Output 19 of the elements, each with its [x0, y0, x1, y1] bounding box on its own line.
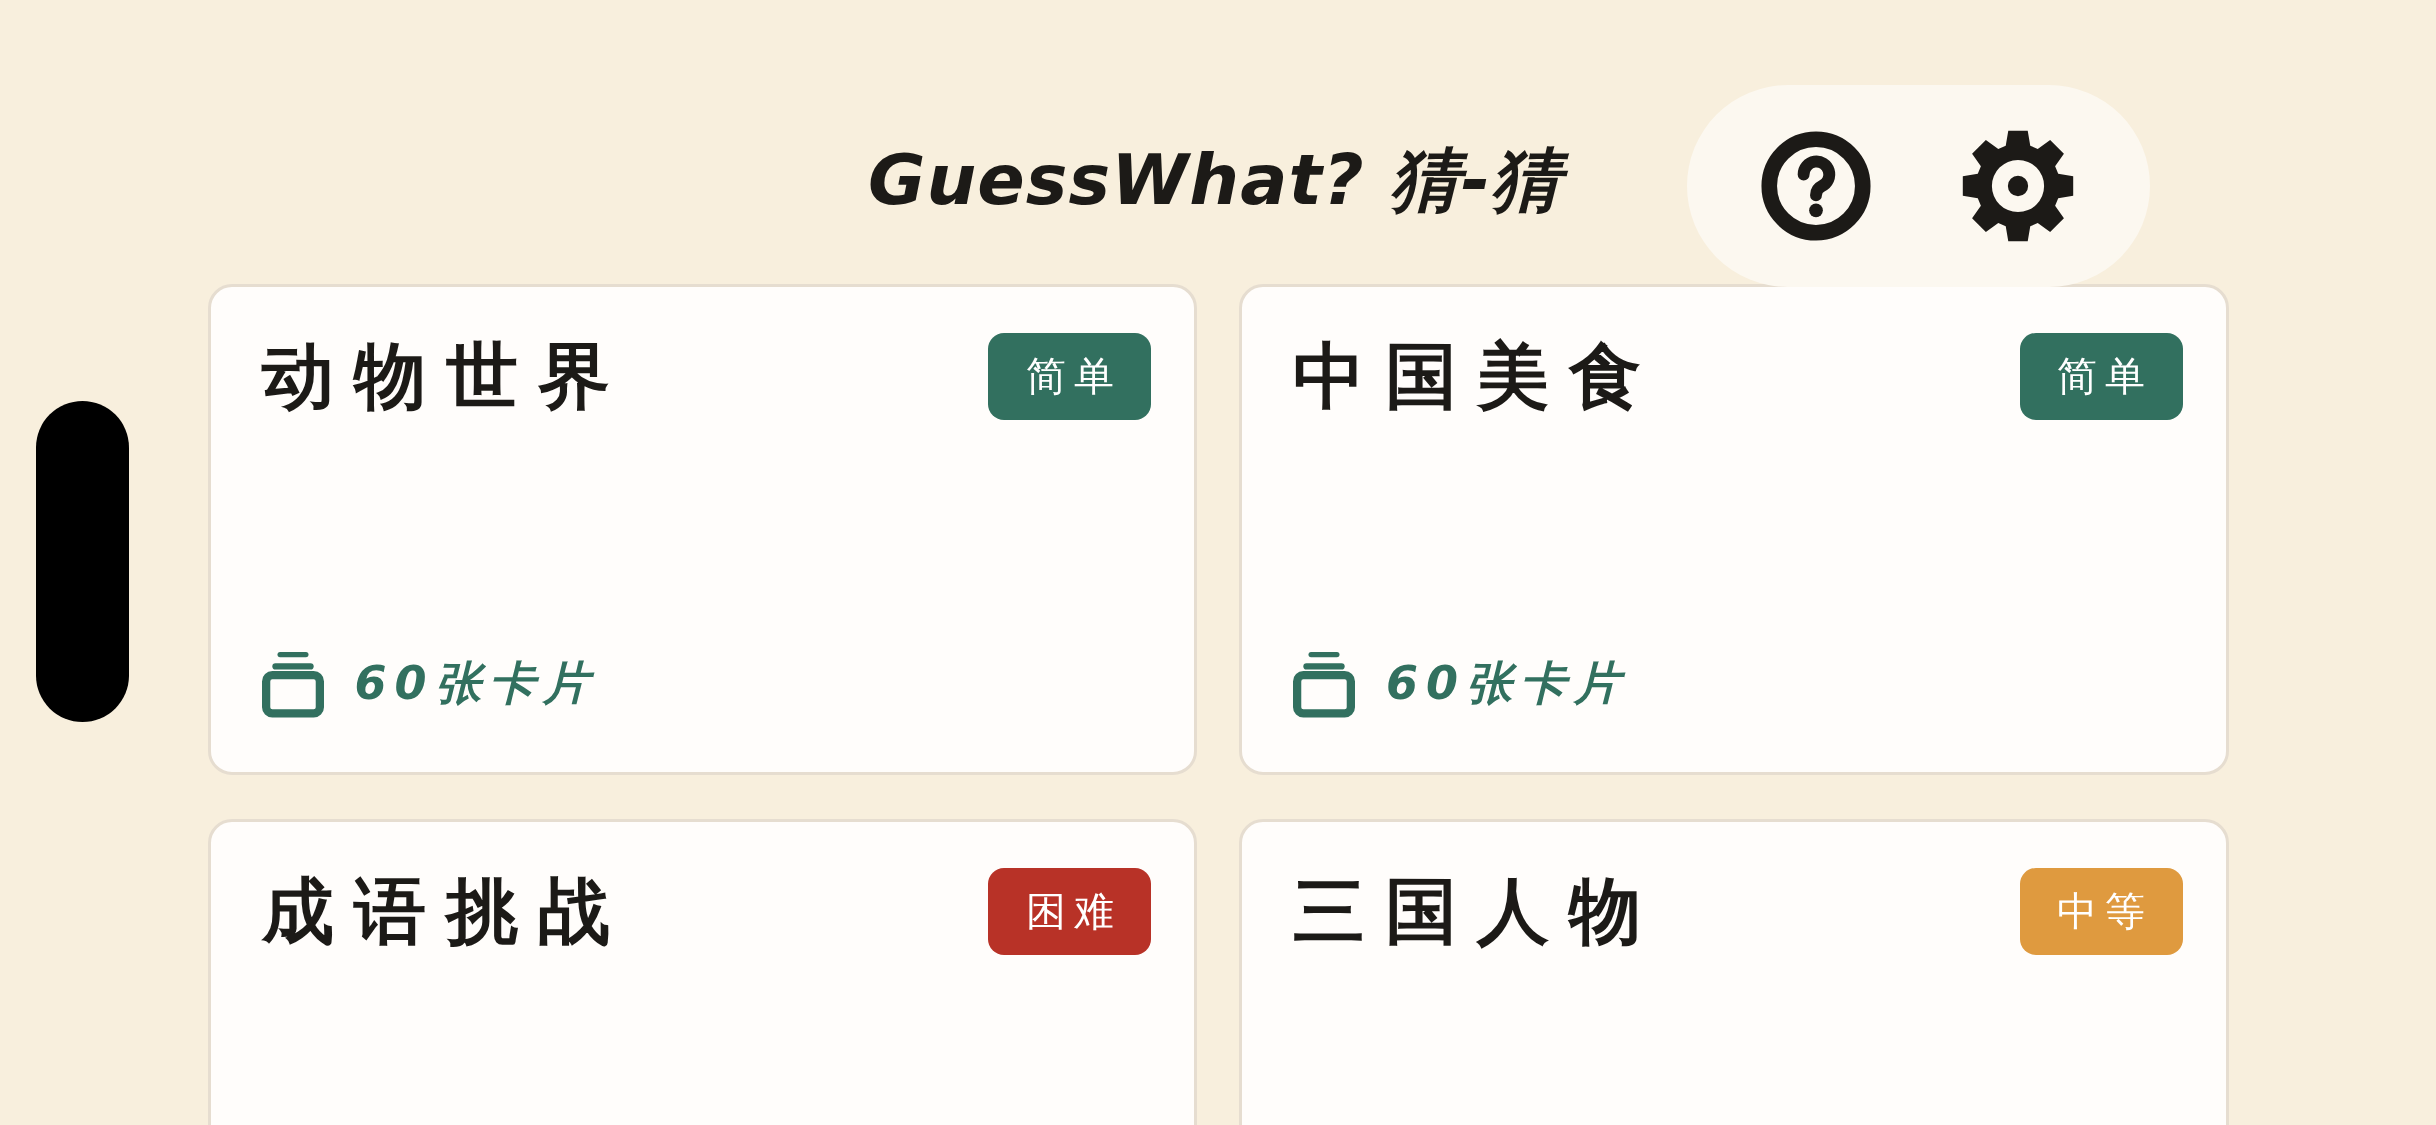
category-card[interactable]: 中国美食 简单 60张卡片 [1239, 284, 2229, 775]
help-button[interactable] [1760, 131, 1871, 241]
card-stack-icon [261, 650, 324, 718]
difficulty-badge: 简单 [988, 332, 1151, 420]
category-card[interactable]: 动物世界 简单 60张卡片 [207, 284, 1197, 775]
card-title: 动物世界 [261, 333, 630, 420]
card-title: 中国美食 [1293, 333, 1661, 420]
difficulty-badge: 中等 [2019, 867, 2183, 955]
card-count: 60张卡片 [354, 655, 598, 712]
category-card[interactable]: 成语挑战 困难 [207, 819, 1197, 1125]
category-card[interactable]: 三国人物 中等 [1239, 819, 2229, 1125]
card-title: 三国人物 [1293, 868, 1661, 955]
card-count: 60张卡片 [1386, 655, 1629, 712]
help-icon [1760, 131, 1871, 241]
difficulty-badge: 简单 [2019, 332, 2183, 420]
card-stack-icon [1293, 650, 1355, 718]
difficulty-badge: 困难 [988, 867, 1151, 955]
card-title: 成语挑战 [261, 868, 630, 955]
app-title: GuessWhat? 猜-猜 [860, 136, 1576, 224]
